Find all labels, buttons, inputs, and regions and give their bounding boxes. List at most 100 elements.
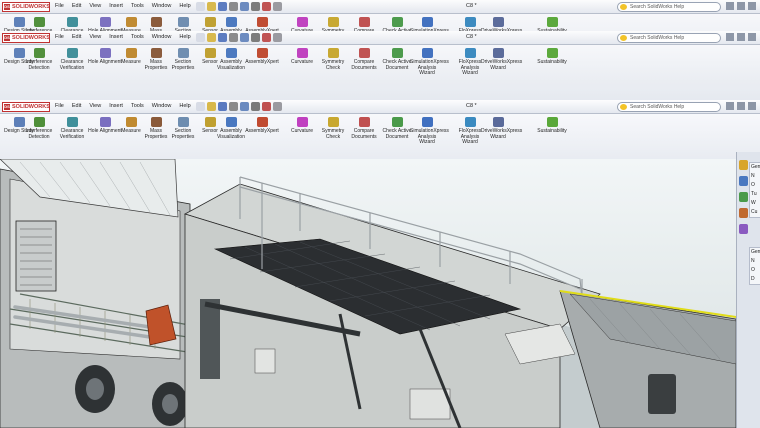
command-assembly-visualization[interactable]: Assembly Visualization (214, 17, 248, 31)
undo-icon[interactable] (240, 33, 249, 42)
select-arrow-icon[interactable] (251, 2, 260, 11)
command-simulationxpress-analysis-wizard[interactable]: SimulationXpress Analysis Wizard (410, 117, 449, 146)
new-document-icon[interactable] (196, 33, 205, 42)
save-icon[interactable] (218, 102, 227, 111)
command-assemblyxpert[interactable]: AssemblyXpert (245, 48, 279, 66)
search-help-field[interactable]: Search SolidWorks Help (617, 33, 721, 43)
options-gear-icon[interactable] (273, 102, 282, 111)
command-curvature[interactable]: Curvature (285, 117, 319, 135)
command-assemblyxpert[interactable]: AssemblyXpert (245, 117, 279, 135)
menu-file[interactable]: File (55, 103, 64, 109)
menu-window[interactable]: Window (152, 34, 172, 40)
save-icon[interactable] (218, 2, 227, 11)
search-help-field[interactable]: Search SolidWorks Help (617, 2, 721, 12)
task-pane-tab-explorer[interactable] (739, 192, 748, 202)
command-clearance-verification[interactable]: Clearance Verification (55, 17, 89, 31)
task-pane-tab-appearances[interactable] (739, 224, 748, 234)
menu-edit[interactable]: Edit (72, 34, 81, 40)
panel-item[interactable]: O (750, 266, 760, 275)
menu-edit[interactable]: Edit (72, 3, 81, 9)
menu-help[interactable]: Help (179, 103, 190, 109)
command-sustainability[interactable]: Sustainability (535, 117, 569, 135)
open-folder-icon[interactable] (207, 102, 216, 111)
panel-item[interactable]: N (750, 257, 760, 266)
menu-window[interactable]: Window (152, 103, 172, 109)
command-assemblyxpert[interactable]: AssemblyXpert (245, 17, 279, 31)
panel-item[interactable]: N (750, 172, 760, 181)
command-assembly-visualization[interactable]: Assembly Visualization (214, 48, 248, 71)
close-icon[interactable] (748, 102, 756, 110)
menu-tools[interactable]: Tools (131, 3, 144, 9)
panel-item[interactable]: W (750, 199, 760, 208)
command-assembly-visualization[interactable]: Assembly Visualization (214, 117, 248, 140)
undo-icon[interactable] (240, 2, 249, 11)
menu-insert[interactable]: Insert (109, 103, 123, 109)
task-pane-tab-view-palette[interactable] (739, 208, 748, 218)
print-icon[interactable] (229, 2, 238, 11)
close-icon[interactable] (748, 33, 756, 41)
menu-file[interactable]: File (55, 34, 64, 40)
select-arrow-icon[interactable] (251, 33, 260, 42)
command-symmetry-check[interactable]: Symmetry Check (316, 48, 350, 71)
new-document-icon[interactable] (196, 102, 205, 111)
command-curvature[interactable]: Curvature (285, 48, 319, 66)
command-check-active-document[interactable]: Check Active Document (380, 17, 414, 31)
options-gear-icon[interactable] (273, 2, 282, 11)
panel-item[interactable]: Cu (750, 208, 760, 217)
command-interference-detection[interactable]: Interference Detection (22, 117, 56, 140)
command-sustainability[interactable]: Sustainability (535, 48, 569, 66)
menu-insert[interactable]: Insert (109, 34, 123, 40)
print-icon[interactable] (229, 33, 238, 42)
rebuild-icon[interactable] (262, 33, 271, 42)
search-help-field[interactable]: Search SolidWorks Help (617, 102, 721, 112)
minimize-icon[interactable] (726, 102, 734, 110)
command-simulationxpress-analysis-wizard[interactable]: SimulationXpress Analysis Wizard (410, 48, 449, 77)
save-icon[interactable] (218, 33, 227, 42)
command-check-active-document[interactable]: Check Active Document (380, 117, 414, 140)
command-clearance-verification[interactable]: Clearance Verification (55, 48, 89, 71)
command-symmetry-check[interactable]: Symmetry Check (316, 117, 350, 140)
command-driveworksxpress-wizard[interactable]: DriveWorksXpress Wizard (481, 48, 522, 71)
menu-tools[interactable]: Tools (131, 103, 144, 109)
menu-view[interactable]: View (89, 34, 101, 40)
command-check-active-document[interactable]: Check Active Document (380, 48, 414, 71)
restore-icon[interactable] (737, 2, 745, 10)
command-interference-detection[interactable]: Interference Detection (22, 48, 56, 71)
restore-icon[interactable] (737, 102, 745, 110)
command-compare-documents[interactable]: Compare Documents (347, 117, 381, 140)
print-icon[interactable] (229, 102, 238, 111)
minimize-icon[interactable] (726, 33, 734, 41)
command-driveworksxpress-wizard[interactable]: DriveWorksXpress Wizard (481, 17, 522, 31)
menu-window[interactable]: Window (152, 3, 172, 9)
command-simulationxpress-analysis-wizard[interactable]: SimulationXpress Analysis Wizard (410, 17, 449, 31)
menu-help[interactable]: Help (179, 34, 190, 40)
command-interference-detection[interactable]: Interference Detection (22, 17, 56, 31)
close-icon[interactable] (748, 2, 756, 10)
command-symmetry-check[interactable]: Symmetry Check (316, 17, 350, 31)
task-pane-tab-resources[interactable] (739, 160, 748, 170)
open-folder-icon[interactable] (207, 33, 216, 42)
command-sustainability[interactable]: Sustainability (535, 17, 569, 31)
menu-help[interactable]: Help (179, 3, 190, 9)
menu-file[interactable]: File (55, 3, 64, 9)
command-curvature[interactable]: Curvature (285, 17, 319, 31)
restore-icon[interactable] (737, 33, 745, 41)
command-driveworksxpress-wizard[interactable]: DriveWorksXpress Wizard (481, 117, 522, 140)
new-document-icon[interactable] (196, 2, 205, 11)
command-clearance-verification[interactable]: Clearance Verification (55, 117, 89, 140)
rebuild-icon[interactable] (262, 102, 271, 111)
menu-edit[interactable]: Edit (72, 103, 81, 109)
options-gear-icon[interactable] (273, 33, 282, 42)
open-folder-icon[interactable] (207, 2, 216, 11)
command-compare-documents[interactable]: Compare Documents (347, 17, 381, 31)
panel-item[interactable]: Tu (750, 190, 760, 199)
panel-item[interactable]: O (750, 181, 760, 190)
graphics-viewport[interactable] (0, 159, 736, 428)
menu-tools[interactable]: Tools (131, 34, 144, 40)
undo-icon[interactable] (240, 102, 249, 111)
minimize-icon[interactable] (726, 2, 734, 10)
menu-view[interactable]: View (89, 103, 101, 109)
rebuild-icon[interactable] (262, 2, 271, 11)
command-compare-documents[interactable]: Compare Documents (347, 48, 381, 71)
task-pane-tab-library[interactable] (739, 176, 748, 186)
